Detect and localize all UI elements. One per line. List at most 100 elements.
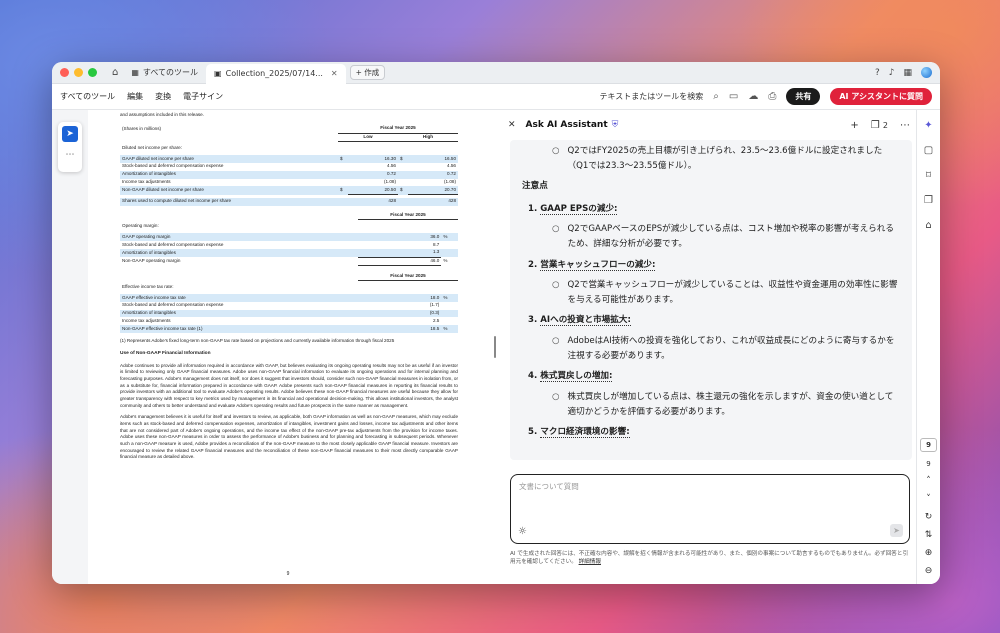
row-label: Non-GAAP operating margin <box>122 258 181 264</box>
title-bar: ⌂ ▦ すべてのツール ▣ Collection_2025/07/14... ✕… <box>52 62 940 84</box>
plus-icon[interactable]: + <box>850 120 858 131</box>
row-label: Amortization of intangibles <box>120 248 358 258</box>
numbered-item-title: 4. 株式買戻しの増加: <box>528 369 900 384</box>
menu-edit[interactable]: 編集 <box>127 91 143 102</box>
zoom-out-icon[interactable]: ⊖ <box>925 566 933 576</box>
disclaimer: AI で生成された回答には、不正確な内容や、誤解を招く情報が含まれる可能性があり… <box>502 550 916 573</box>
chevron-down-icon[interactable]: ˅ <box>926 494 931 504</box>
zoom-window-button[interactable] <box>88 68 97 77</box>
row-label: Non-GAAP diluted net income per share <box>120 186 338 195</box>
zoom-in-icon[interactable]: ⊕ <box>925 548 933 558</box>
print-icon[interactable]: ⎙ <box>768 91 776 102</box>
close-window-button[interactable] <box>60 68 69 77</box>
page-number-input[interactable]: 9 <box>920 438 937 452</box>
low-value: 428 <box>348 197 398 206</box>
bullet-text: 株式買戻しが増加している点は、株主還元の強化を示しますが、資金の使い道として適切… <box>567 391 894 417</box>
comment-icon[interactable]: ▢ <box>924 145 933 156</box>
currency-symbol <box>338 179 348 187</box>
row-value: (1.7) <box>429 302 440 308</box>
row-value: 18.5 <box>358 325 442 334</box>
list-item: ○ AdobeはAI技術への投資を強化しており、これが収益成長にどのように寄与する… <box>522 334 900 363</box>
row-label: Shares used to compute diluted net incom… <box>120 197 338 206</box>
currency-symbol <box>398 170 408 179</box>
share-button[interactable]: 共有 <box>786 88 821 105</box>
search-tools-input[interactable]: テキストまたはツールを検索 <box>600 91 704 102</box>
scroll-mode-icon[interactable]: ⇅ <box>925 530 933 540</box>
row-value: 2.5 <box>432 318 440 324</box>
ai-assistant-button[interactable]: AI アシスタントに質問 <box>830 88 932 105</box>
question-input[interactable]: 文書について質問 ☼ ➤ <box>510 474 910 544</box>
avatar[interactable] <box>921 67 932 78</box>
section-heading: Use of Non-GAAP Financial Information <box>120 350 211 356</box>
table-row: GAAP diluted net income per share $16.30 $… <box>120 155 458 163</box>
row-label: GAAP operating margin <box>120 233 358 241</box>
minimize-window-button[interactable] <box>74 68 83 77</box>
list-item: ○ 株式買戻しが増加している点は、株主還元の強化を示しますが、資金の使い道として適… <box>522 390 900 419</box>
more-icon[interactable]: ⋯ <box>66 150 75 160</box>
save-icon[interactable]: ▭ <box>729 91 738 102</box>
help-icon[interactable]: ? <box>875 68 880 78</box>
row-label: GAAP diluted net income per share <box>120 155 338 163</box>
bullet-text: Q2で営業キャッシュフローが減少していることは、収益性や資金運用の効率性に影響を… <box>567 280 898 305</box>
tab-document-label: Collection_2025/07/14... <box>225 69 323 78</box>
table-row: Stock-based and deferred compensation ex… <box>120 302 458 310</box>
tax-table: Fiscal Year 2025 Effective income tax ra… <box>120 272 458 334</box>
bookmark-icon[interactable]: ⌑ <box>926 170 931 181</box>
chevron-up-icon[interactable]: ˄ <box>926 476 931 486</box>
shield-check-icon: ⛨ <box>611 120 619 130</box>
select-cursor-icon[interactable]: ➤ <box>62 126 78 142</box>
toolbar-right: テキストまたはツールを検索 ⌕ ▭ ☁ ⎙ 共有 AI アシスタントに質問 <box>600 88 932 105</box>
splitter-handle[interactable] <box>494 336 496 358</box>
grid-icon: ▦ <box>131 68 139 77</box>
search-icon[interactable]: ⌕ <box>713 91 719 102</box>
close-icon[interactable]: ✕ <box>508 120 516 130</box>
acrobat-window: ⌂ ▦ すべてのツール ▣ Collection_2025/07/14... ✕… <box>52 62 940 584</box>
row-value: 46.0 <box>358 256 442 267</box>
menu-all-tools[interactable]: すべてのツール <box>60 91 115 102</box>
documents-icon[interactable]: ❐ 2 <box>871 120 888 131</box>
lightbulb-icon[interactable]: ☼ <box>518 526 527 537</box>
row-label: GAAP effective income tax rate <box>120 293 358 302</box>
page-number: 9 <box>286 570 290 577</box>
titlebar-right: ? ♪ ▦ <box>875 67 932 78</box>
unit-label: (Shares in millions) <box>122 125 162 131</box>
table-row: Non-GAAP diluted net income per share $20… <box>120 186 458 196</box>
apps-icon[interactable]: ▦ <box>903 68 912 78</box>
item-title: 営業キャッシュフローの減少: <box>540 259 656 271</box>
home-icon[interactable]: ⌂ <box>112 67 118 78</box>
bullet-text: AdobeはAI技術への投資を強化しており、これが収益成長にどのように寄与するか… <box>567 336 895 361</box>
tab-all-tools[interactable]: ▦ すべてのツール <box>123 62 206 84</box>
left-rail: ➤ ⋯ <box>52 110 88 584</box>
menu-convert[interactable]: 変換 <box>155 91 171 102</box>
refresh-icon[interactable]: ↻ <box>925 512 933 522</box>
new-tab-button[interactable]: + 作成 <box>349 65 386 80</box>
document-pane[interactable]: and assumptions included in this release… <box>88 110 488 584</box>
tab-document[interactable]: ▣ Collection_2025/07/14... ✕ <box>206 63 346 84</box>
table-row: Non-GAAP effective income tax rate (1) 18… <box>120 325 458 334</box>
high-value: 20.70 <box>408 186 458 196</box>
table-row: Amortization of intangibles 0.72 0.72 <box>120 170 458 179</box>
more-icon[interactable]: ⋯ <box>900 120 910 131</box>
lock-icon[interactable]: ⌂ <box>925 220 931 231</box>
tax-header: Fiscal Year 2025 <box>358 272 458 282</box>
pane-splitter[interactable] <box>488 110 502 584</box>
cloud-upload-icon[interactable]: ☁ <box>748 91 758 102</box>
send-icon[interactable]: ➤ <box>890 524 903 537</box>
row-label: Income tax adjustments <box>122 318 171 324</box>
currency-symbol: $ <box>398 155 408 163</box>
paragraph-1: Adobe continues to provide all informati… <box>120 362 458 408</box>
ai-response[interactable]: ○ Q2ではFY2025の売上目標が引き上げられ、23.5〜23.6億ドルに設定… <box>510 140 912 460</box>
menu-e-sign[interactable]: 電子サイン <box>183 91 223 102</box>
table-row: Stock-based and deferred compensation ex… <box>120 241 458 249</box>
row-value: (0.3) <box>358 309 442 318</box>
learn-more-link[interactable]: 詳細情報 <box>579 559 601 565</box>
intro-text: and assumptions included in this release… <box>120 112 205 117</box>
margin-table: Fiscal Year 2025 Operating margin: GAAP … <box>120 211 458 267</box>
bell-icon[interactable]: ♪ <box>889 68 895 78</box>
ai-sparkle-icon[interactable]: ✦ <box>924 120 932 131</box>
row-value: 36.0 <box>358 233 442 241</box>
table-row: Income tax adjustments 2.5 <box>120 317 458 325</box>
close-tab-icon[interactable]: ✕ <box>331 69 338 78</box>
pages-icon[interactable]: ❐ <box>924 195 933 206</box>
toolbar: すべてのツール 編集 変換 電子サイン テキストまたはツールを検索 ⌕ ▭ ☁ … <box>52 84 940 110</box>
